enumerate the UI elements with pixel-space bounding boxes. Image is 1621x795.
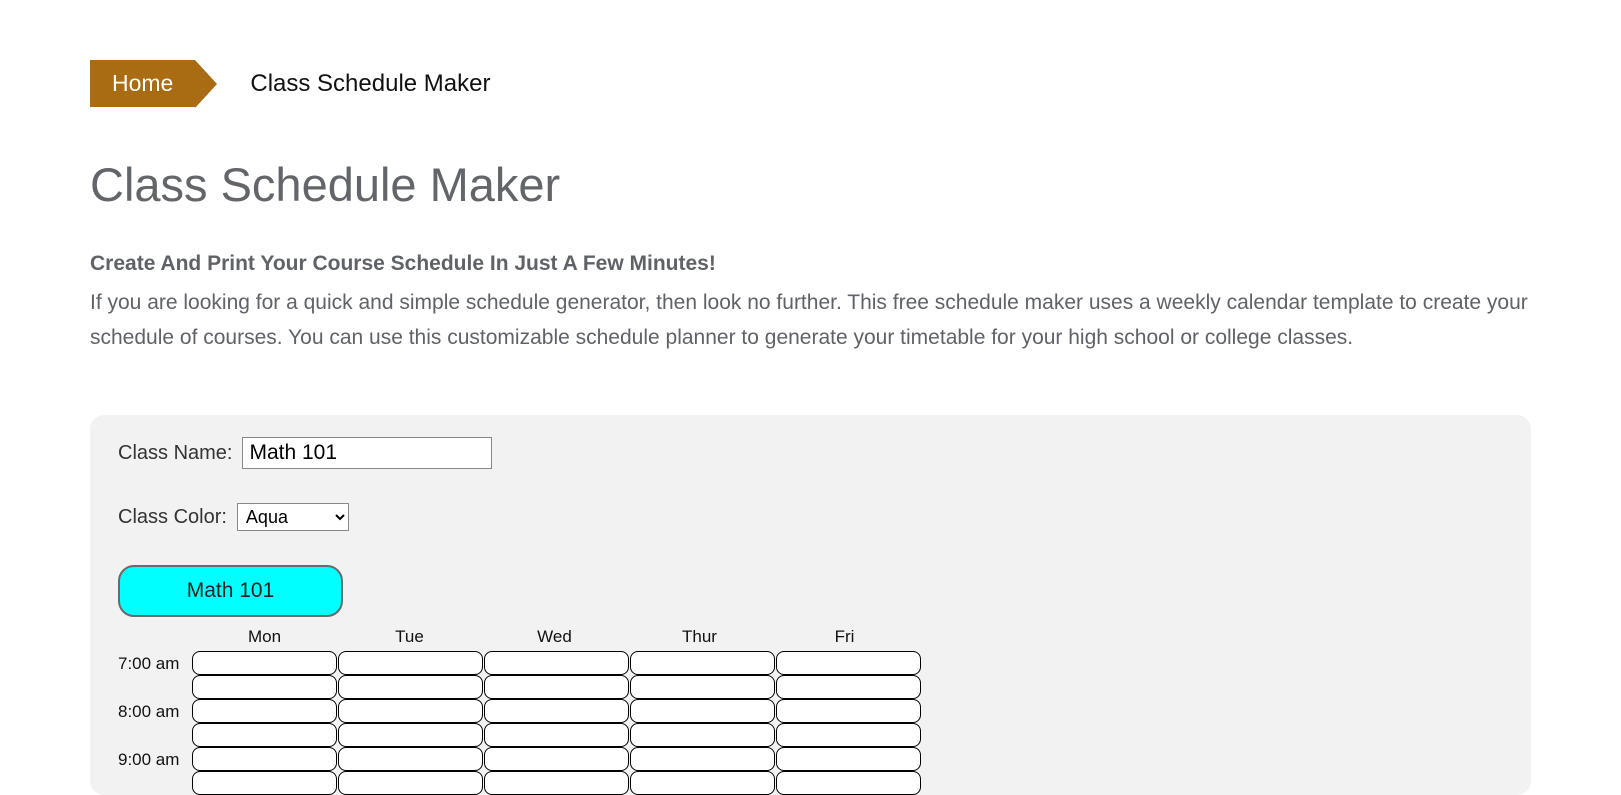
schedule-cell[interactable] xyxy=(192,675,337,699)
day-header-mon: Mon xyxy=(192,627,337,651)
class-chip[interactable]: Math 101 xyxy=(118,565,343,617)
schedule-cell[interactable] xyxy=(630,651,775,675)
schedule-cell[interactable] xyxy=(338,771,483,795)
schedule-cell[interactable] xyxy=(484,747,629,771)
breadcrumb-current: Class Schedule Maker xyxy=(250,70,490,98)
class-name-input[interactable] xyxy=(242,437,492,469)
schedule-cell[interactable] xyxy=(776,699,921,723)
schedule-panel: Class Name: Class Color: Aqua Math 101 M… xyxy=(90,415,1531,795)
time-row-1: 8:00 am xyxy=(118,699,1503,747)
schedule-cell[interactable] xyxy=(192,723,337,747)
day-header-wed: Wed xyxy=(482,627,627,651)
schedule-cell[interactable] xyxy=(192,651,337,675)
schedule-cell[interactable] xyxy=(192,699,337,723)
description-text: If you are looking for a quick and simpl… xyxy=(90,286,1531,355)
schedule-cell[interactable] xyxy=(484,675,629,699)
schedule-cell[interactable] xyxy=(630,723,775,747)
class-name-label: Class Name: xyxy=(118,442,232,465)
day-header-fri: Fri xyxy=(772,627,917,651)
schedule-cell[interactable] xyxy=(630,699,775,723)
schedule-cell[interactable] xyxy=(776,675,921,699)
schedule-cell[interactable] xyxy=(630,771,775,795)
schedule-cell[interactable] xyxy=(338,675,483,699)
schedule-cell[interactable] xyxy=(776,747,921,771)
time-row-0: 7:00 am xyxy=(118,651,1503,699)
class-color-label: Class Color: xyxy=(118,506,227,529)
schedule-cell[interactable] xyxy=(338,747,483,771)
schedule-cell[interactable] xyxy=(338,651,483,675)
page-title: Class Schedule Maker xyxy=(90,157,1531,212)
schedule-cell[interactable] xyxy=(484,651,629,675)
day-header-tue: Tue xyxy=(337,627,482,651)
time-row-2: 9:00 am xyxy=(118,747,1503,795)
schedule-cell[interactable] xyxy=(484,771,629,795)
schedule-grid: Mon Tue Wed Thur Fri 7:00 am xyxy=(118,627,1503,795)
schedule-cell[interactable] xyxy=(192,771,337,795)
day-header-thur: Thur xyxy=(627,627,772,651)
schedule-cell[interactable] xyxy=(776,723,921,747)
schedule-cell[interactable] xyxy=(338,699,483,723)
day-headers: Mon Tue Wed Thur Fri xyxy=(192,627,1503,651)
time-label: 9:00 am xyxy=(118,747,192,770)
class-color-row: Class Color: Aqua xyxy=(118,503,1503,531)
schedule-cell[interactable] xyxy=(192,747,337,771)
schedule-cell[interactable] xyxy=(484,723,629,747)
class-color-select[interactable]: Aqua xyxy=(237,503,349,531)
breadcrumb-home-link[interactable]: Home xyxy=(90,60,195,107)
schedule-cell[interactable] xyxy=(776,651,921,675)
breadcrumb: Home Class Schedule Maker xyxy=(90,60,1531,107)
lead-text: Create And Print Your Course Schedule In… xyxy=(90,252,1531,276)
class-name-row: Class Name: xyxy=(118,437,1503,469)
time-label: 8:00 am xyxy=(118,699,192,722)
time-label: 7:00 am xyxy=(118,651,192,674)
schedule-cell[interactable] xyxy=(484,699,629,723)
schedule-cell[interactable] xyxy=(338,723,483,747)
schedule-cell[interactable] xyxy=(630,675,775,699)
schedule-cell[interactable] xyxy=(630,747,775,771)
schedule-cell[interactable] xyxy=(776,771,921,795)
